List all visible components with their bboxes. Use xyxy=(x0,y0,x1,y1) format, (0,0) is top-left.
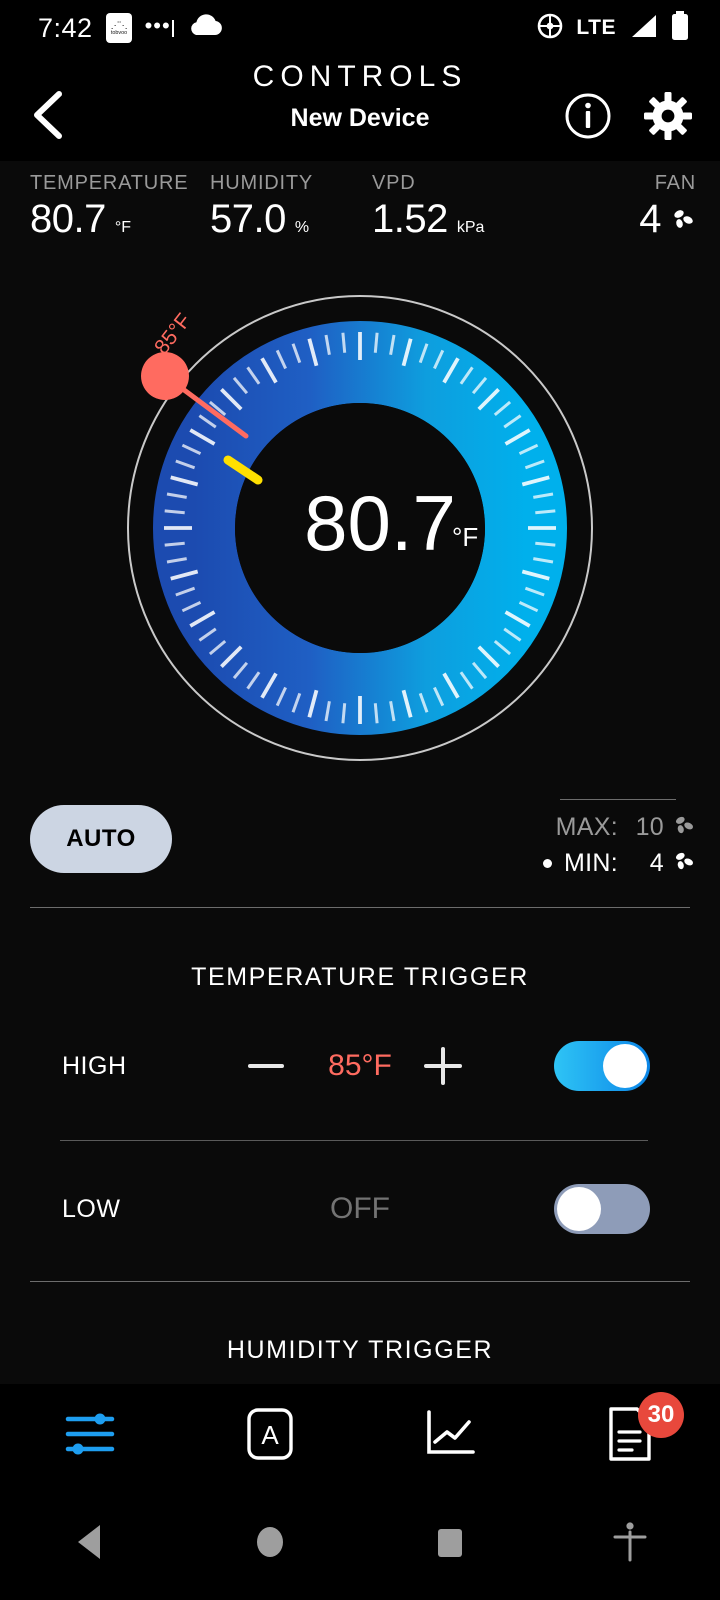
auto-button[interactable]: AUTO xyxy=(30,805,172,873)
status-bar: 7:42 ⋰⋱ tobvoo ••• LTE xyxy=(0,0,720,56)
gauge-reading-unit: °F xyxy=(452,522,478,552)
network-type-label: LTE xyxy=(576,16,616,39)
metric-vpd: VPD 1.52 kPa xyxy=(372,172,484,242)
fan-speed-limits: MAX: 10 MIN: 4 xyxy=(516,799,696,881)
temperature-high-row: HIGH 85°F xyxy=(0,1036,720,1096)
android-navigation-bar xyxy=(0,1488,720,1600)
metric-temperature: TEMPERATURE 80.7 °F xyxy=(30,172,188,242)
info-icon[interactable] xyxy=(564,92,612,140)
metric-unit: kPa xyxy=(456,219,485,236)
metric-value: 1.52 xyxy=(372,197,448,241)
plus-icon[interactable] xyxy=(424,1047,462,1085)
metric-label: TEMPERATURE xyxy=(30,172,189,194)
nav-auto-tab[interactable]: A xyxy=(180,1384,360,1488)
high-toggle[interactable] xyxy=(554,1041,650,1091)
back-triangle-icon xyxy=(72,1523,108,1566)
fan-min-row: MIN: 4 xyxy=(516,845,696,881)
low-toggle[interactable] xyxy=(554,1184,650,1234)
bottom-navigation: A 30 xyxy=(0,1384,720,1488)
gauge-setpoint-label: 85°F xyxy=(150,309,196,358)
section-divider-top xyxy=(30,907,690,908)
device-name: New Device xyxy=(290,104,430,132)
gauge-reading: 80.7 xyxy=(304,479,456,567)
battery-icon xyxy=(670,10,690,46)
metric-humidity: HUMIDITY 57.0 % xyxy=(210,172,313,242)
app-header: CONTROLS New Device xyxy=(0,56,720,161)
metrics-row: TEMPERATURE 80.7 °F HUMIDITY 57.0 % VPD … xyxy=(0,172,720,256)
recents-square-icon xyxy=(434,1523,466,1566)
metric-label: VPD xyxy=(372,172,416,194)
toggle-knob xyxy=(557,1187,601,1231)
reports-badge: 30 xyxy=(638,1392,684,1438)
auto-box-icon: A xyxy=(246,1407,294,1466)
metric-value: 57.0 xyxy=(210,197,286,241)
chart-line-icon xyxy=(423,1408,477,1465)
fan-icon xyxy=(672,813,696,842)
humidity-trigger-title: HUMIDITY TRIGGER xyxy=(226,1336,494,1364)
status-time: 7:42 xyxy=(38,12,93,43)
notification-dots-icon: ••• xyxy=(145,14,174,38)
auto-mode-row: AUTO MAX: 10 MIN: 4 xyxy=(0,795,720,905)
metric-unit: °F xyxy=(114,219,132,236)
gauge-setpoint-handle xyxy=(141,352,189,400)
nav-chart-tab[interactable] xyxy=(360,1384,540,1488)
fan-max-label: MAX: xyxy=(555,812,618,841)
fan-max-row: MAX: 10 xyxy=(516,809,696,845)
cloud-icon xyxy=(187,13,223,43)
home-circle-icon xyxy=(253,1523,287,1566)
page-title: CONTROLS xyxy=(252,60,468,93)
trigger-row-divider xyxy=(60,1140,648,1141)
android-accessibility-button[interactable] xyxy=(540,1520,720,1569)
android-home-button[interactable] xyxy=(180,1523,360,1566)
fan-min-value: 4 xyxy=(649,848,664,877)
nav-reports-tab[interactable]: 30 xyxy=(540,1384,720,1488)
metric-value: 80.7 xyxy=(30,197,106,241)
fan-max-value: 10 xyxy=(635,812,664,841)
svg-text:A: A xyxy=(261,1420,279,1450)
app-screen: 7:42 ⋰⋱ tobvoo ••• LTE CONTROLS New Devi… xyxy=(0,0,720,1600)
toggle-knob xyxy=(603,1044,647,1088)
fan-icon xyxy=(672,849,696,878)
back-chevron-icon[interactable] xyxy=(25,88,75,142)
accessibility-icon xyxy=(611,1520,649,1569)
temperature-trigger-title: TEMPERATURE TRIGGER xyxy=(191,963,529,991)
gear-icon[interactable] xyxy=(644,92,692,140)
metric-value: 4 xyxy=(639,197,661,241)
metric-label: FAN xyxy=(654,172,696,194)
notification-app-icon: ⋰⋱ tobvoo xyxy=(105,13,132,43)
nav-controls-tab[interactable] xyxy=(0,1384,180,1488)
fan-icon xyxy=(670,206,696,237)
sliders-icon xyxy=(62,1408,118,1465)
metric-unit: % xyxy=(294,219,310,236)
metric-label: HUMIDITY xyxy=(210,172,314,194)
android-back-button[interactable] xyxy=(0,1523,180,1566)
metric-fan: FAN 4 xyxy=(639,172,696,242)
temperature-low-row: LOW OFF xyxy=(0,1179,720,1239)
limits-divider xyxy=(560,799,676,800)
fan-min-label: MIN: xyxy=(564,848,618,877)
min-indicator-dot xyxy=(543,858,553,868)
gps-icon xyxy=(536,12,564,45)
signal-bars-icon xyxy=(628,13,658,44)
android-recents-button[interactable] xyxy=(360,1523,540,1566)
section-divider-bottom xyxy=(30,1281,690,1282)
temperature-gauge[interactable]: 85°F 80.7 °F xyxy=(0,278,720,841)
